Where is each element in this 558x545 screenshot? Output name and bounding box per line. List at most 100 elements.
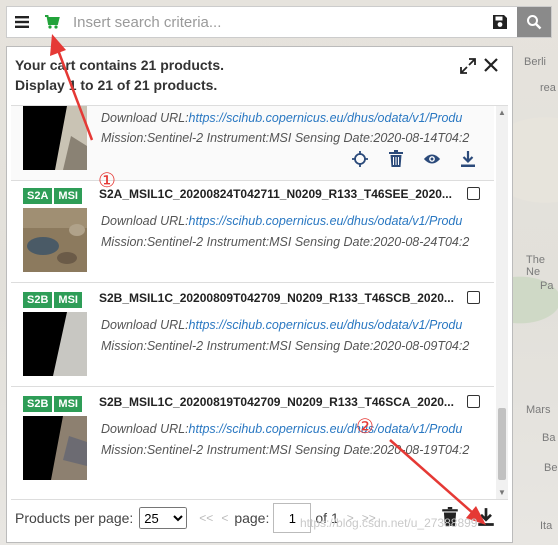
search-input[interactable]: [67, 7, 483, 37]
sensing-date-label: Sensing Date:: [291, 235, 374, 249]
cart-icon: [45, 15, 60, 29]
download-url-label: Download URL:: [101, 111, 189, 125]
map-label: Ba: [542, 432, 556, 444]
metadata-line: Mission:Sentinel-2 Instrument:MSI Sensin…: [101, 339, 481, 353]
scroll-up-arrow[interactable]: ▲: [498, 108, 506, 117]
cart-button[interactable]: [37, 7, 67, 37]
menu-button[interactable]: [7, 7, 37, 37]
download-icon: [461, 151, 475, 167]
per-page-select[interactable]: 25: [139, 507, 188, 529]
save-search-button[interactable]: [483, 7, 517, 37]
metadata-line: Mission:Sentinel-2 Instrument:MSI Sensin…: [101, 235, 481, 249]
download-url-link[interactable]: https://scihub.copernicus.eu/dhus/odata/…: [189, 111, 463, 125]
per-page-label: Products per page:: [15, 510, 134, 526]
product-thumbnail: [23, 106, 87, 170]
download-url-label: Download URL:: [101, 318, 189, 332]
expand-button[interactable]: [459, 57, 477, 75]
map-label: rea: [540, 82, 556, 94]
product-thumbnail: [23, 312, 87, 376]
cart-count-text: Your cart contains 21 products.: [15, 57, 225, 73]
close-button[interactable]: [481, 55, 501, 75]
save-icon: [493, 15, 507, 29]
scroll-down-arrow[interactable]: ▼: [498, 488, 506, 497]
instrument-value: MSI: [269, 339, 292, 353]
close-icon: [484, 58, 498, 72]
instrument-label: Instrument:: [203, 131, 270, 145]
metadata-line: Mission:Sentinel-2 Instrument:MSI Sensin…: [101, 443, 481, 457]
instrument-badge: MSI: [54, 188, 82, 204]
search-bar: [6, 6, 552, 38]
mission-value: Sentinel-2: [146, 131, 204, 145]
mission-value: Sentinel-2: [146, 235, 204, 249]
product-item[interactable]: Download URL:https://scihub.copernicus.e…: [11, 106, 494, 181]
instrument-label: Instrument:: [203, 339, 270, 353]
instrument-value: MSI: [269, 443, 292, 457]
map-label: The Ne: [526, 254, 545, 278]
mission-label: Mission:: [101, 235, 147, 249]
product-name: S2B_MSIL1C_20200819T042709_N0209_R133_T4…: [99, 395, 454, 409]
preview-button[interactable]: [423, 150, 441, 168]
cart-panel: Your cart contains 21 products. Display …: [6, 46, 513, 543]
sensing-date-label: Sensing Date:: [291, 339, 374, 353]
sensing-date-value: 2020-08-14T04:2: [373, 131, 470, 145]
product-item[interactable]: S2B MSI S2B_MSIL1C_20200809T042709_N0209_…: [11, 286, 494, 387]
product-badges: S2B MSI: [23, 394, 84, 412]
mission-label: Mission:: [101, 443, 147, 457]
product-item[interactable]: S2A MSI S2A_MSIL1C_20200824T042711_N0209_…: [11, 182, 494, 283]
instrument-badge: MSI: [54, 292, 82, 308]
select-checkbox[interactable]: [467, 187, 480, 200]
download-url-label: Download URL:: [101, 422, 189, 436]
scroll-thumb[interactable]: [498, 408, 506, 480]
product-list: Download URL:https://scihub.copernicus.e…: [11, 105, 508, 500]
download-url-link[interactable]: https://scihub.copernicus.eu/dhus/odata/…: [189, 422, 463, 436]
select-checkbox[interactable]: [467, 395, 480, 408]
instrument-badge: MSI: [54, 396, 82, 412]
eye-icon: [423, 154, 441, 164]
product-thumbnail: [23, 416, 87, 480]
download-cart-button[interactable]: [477, 507, 495, 530]
annotation-number-2: ②: [356, 414, 374, 438]
product-thumbnail: [23, 208, 87, 272]
page-label: page:: [234, 510, 270, 526]
map-label: Be: [544, 462, 558, 474]
metadata-line: Mission:Sentinel-2 Instrument:MSI Sensin…: [101, 131, 481, 145]
search-icon: [527, 15, 542, 30]
platform-badge: S2B: [23, 396, 53, 412]
map-label: Berli: [524, 56, 547, 68]
platform-badge: S2B: [23, 292, 53, 308]
platform-badge: S2A: [23, 188, 53, 204]
mission-value: Sentinel-2: [146, 339, 204, 353]
download-url-line: Download URL:https://scihub.copernicus.e…: [101, 111, 481, 125]
download-url-link[interactable]: https://scihub.copernicus.eu/dhus/odata/…: [189, 214, 463, 228]
search-button[interactable]: [517, 7, 551, 37]
sensing-date-value: 2020-08-19T04:2: [373, 443, 470, 457]
list-scrollbar[interactable]: ▲ ▼: [496, 106, 508, 499]
cart-display-range-text: Display 1 to 21 of 21 products.: [15, 77, 218, 93]
cart-summary: Your cart contains 21 products. Display …: [15, 55, 224, 95]
first-page-button[interactable]: <<: [199, 511, 213, 525]
expand-icon: [460, 58, 476, 74]
sensing-date-value: 2020-08-24T04:2: [373, 235, 470, 249]
product-item[interactable]: S2B MSI S2B_MSIL1C_20200819T042709_N0209_…: [11, 390, 494, 499]
map-label: Ita: [540, 520, 553, 532]
download-url-line: Download URL:https://scihub.copernicus.e…: [101, 422, 481, 436]
remove-item-button[interactable]: [387, 150, 405, 168]
product-badges: S2A MSI: [23, 186, 84, 204]
product-badges: S2B MSI: [23, 290, 84, 308]
zoom-to-button[interactable]: [351, 150, 369, 168]
download-item-button[interactable]: [459, 150, 477, 168]
download-url-link[interactable]: https://scihub.copernicus.eu/dhus/odata/…: [189, 318, 463, 332]
product-name: S2A_MSIL1C_20200824T042711_N0209_R133_T4…: [99, 187, 452, 201]
menu-icon: [15, 16, 29, 28]
mission-label: Mission:: [101, 131, 147, 145]
select-checkbox[interactable]: [467, 291, 480, 304]
prev-page-button[interactable]: <: [221, 511, 228, 525]
sensing-date-label: Sensing Date:: [291, 131, 374, 145]
instrument-label: Instrument:: [203, 443, 270, 457]
watermark: https://blog.csdn.net/u_27388899: [300, 516, 478, 530]
download-url-line: Download URL:https://scihub.copernicus.e…: [101, 318, 481, 332]
map-label: Mars: [526, 404, 551, 416]
product-name: S2B_MSIL1C_20200809T042709_N0209_R133_T4…: [99, 291, 454, 305]
download-icon: [478, 508, 494, 526]
sensing-date-value: 2020-08-09T04:2: [373, 339, 470, 353]
